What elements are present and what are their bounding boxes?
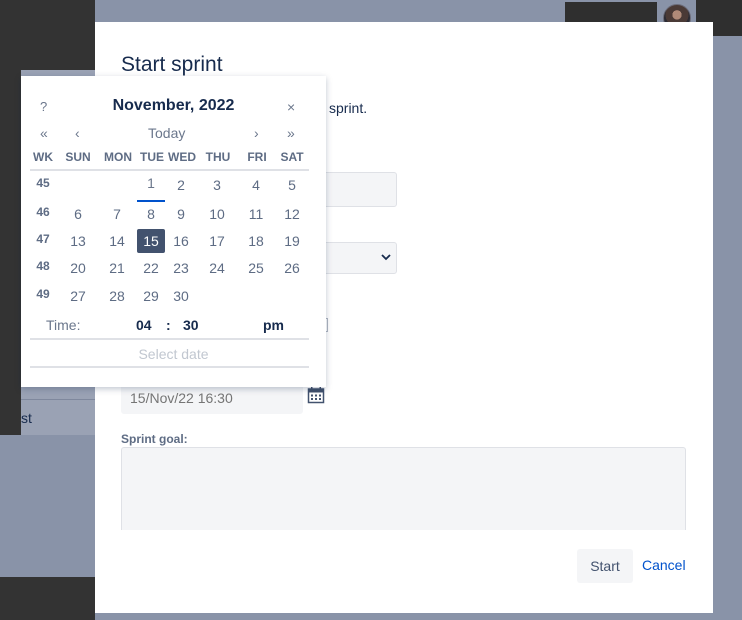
calendar-day[interactable]: 21: [103, 256, 131, 280]
calendar-day[interactable]: 26: [278, 256, 306, 280]
week-number: 47: [36, 232, 50, 246]
background-divider: [21, 399, 95, 400]
weekday-header-row: WK SUN MON TUE WED THU FRI SAT: [30, 150, 310, 170]
cancel-link[interactable]: Cancel: [642, 557, 686, 573]
time-ampm[interactable]: pm: [263, 317, 284, 333]
calendar-day[interactable]: 13: [64, 229, 92, 253]
calendar-day[interactable]: 15: [137, 229, 165, 253]
sprint-goal-label: Sprint goal:: [121, 432, 188, 446]
calendar-day[interactable]: 4: [242, 173, 270, 197]
week-number: 46: [36, 205, 50, 219]
calendar-day[interactable]: 29: [137, 284, 165, 308]
next-year-button[interactable]: »: [287, 125, 295, 141]
calendar-day[interactable]: 3: [203, 173, 231, 197]
calendar-day[interactable]: 2: [167, 173, 195, 197]
calendar-icon[interactable]: [307, 386, 325, 404]
background-nav-item-label: st: [21, 410, 32, 426]
calendar-day[interactable]: 11: [242, 202, 270, 226]
header-sun: SUN: [65, 150, 91, 164]
start-button[interactable]: Start: [577, 549, 633, 583]
calendar-day[interactable]: 6: [64, 202, 92, 226]
calendar-day[interactable]: 16: [167, 229, 195, 253]
background-lower-left: [0, 435, 95, 577]
header-wed: WED: [168, 150, 196, 164]
calendar-day[interactable]: 20: [64, 256, 92, 280]
week-number: 49: [36, 287, 50, 301]
week-number: 48: [36, 259, 50, 273]
time-divider: [30, 338, 309, 340]
dialog-title: Start sprint: [121, 53, 223, 76]
calendar-day[interactable]: 24: [203, 256, 231, 280]
calendar-day[interactable]: 7: [103, 202, 131, 226]
next-month-button[interactable]: ›: [254, 125, 259, 141]
date-picker: ? November, 2022 × « ‹ Today › » WK SUN …: [21, 76, 326, 387]
calendar-day[interactable]: 22: [137, 256, 165, 280]
calendar-day[interactable]: 23: [167, 256, 195, 280]
calendar-day[interactable]: 9: [167, 202, 195, 226]
calendar-day[interactable]: 25: [242, 256, 270, 280]
calendar-day[interactable]: 19: [278, 229, 306, 253]
time-hours[interactable]: 04: [136, 317, 152, 333]
header-divider: [30, 169, 309, 171]
chevron-down-icon: [381, 254, 391, 261]
today-button[interactable]: Today: [148, 125, 185, 141]
footer-divider: [30, 366, 309, 368]
calendar-day[interactable]: 1: [137, 173, 165, 202]
calendar-day[interactable]: 27: [64, 284, 92, 308]
select-date-status: Select date: [138, 346, 209, 362]
time-label: Time:: [46, 317, 81, 333]
prev-month-button[interactable]: ‹: [75, 125, 80, 141]
calendar-day[interactable]: 5: [278, 173, 306, 197]
calendar-day[interactable]: 17: [203, 229, 231, 253]
prev-year-button[interactable]: «: [40, 125, 48, 141]
time-separator: :: [166, 317, 171, 333]
month-year-title: November, 2022: [112, 97, 235, 114]
calendar-week-row: 45 1 2 3 4 5: [21, 173, 326, 202]
calendar-day[interactable]: 14: [103, 229, 131, 253]
header-wk: WK: [33, 150, 53, 164]
header-thu: THU: [205, 150, 231, 164]
close-button[interactable]: ×: [287, 99, 295, 115]
calendar-week-row: 47 13 14 15 16 17 18 19: [21, 229, 326, 253]
calendar-day[interactable]: 28: [103, 284, 131, 308]
header-sat: SAT: [280, 150, 304, 164]
calendar-day[interactable]: 18: [242, 229, 270, 253]
calendar-day[interactable]: 10: [203, 202, 231, 226]
sprint-goal-textarea[interactable]: [121, 447, 686, 530]
time-minutes[interactable]: 30: [183, 317, 199, 333]
calendar-week-row: 48 20 21 22 23 24 25 26: [21, 256, 326, 280]
calendar-day[interactable]: 8: [137, 202, 165, 226]
week-number: 45: [36, 176, 50, 190]
calendar-day[interactable]: 30: [167, 284, 195, 308]
header-mon: MON: [104, 150, 132, 164]
calendar-week-row: 49 27 28 29 30: [21, 284, 326, 308]
header-fri: FRI: [247, 150, 267, 164]
calendar-week-row: 46 6 7 8 9 10 11 12: [21, 202, 326, 226]
dialog-intro-text: sprint.: [329, 100, 368, 116]
calendar-day[interactable]: 12: [278, 202, 306, 226]
